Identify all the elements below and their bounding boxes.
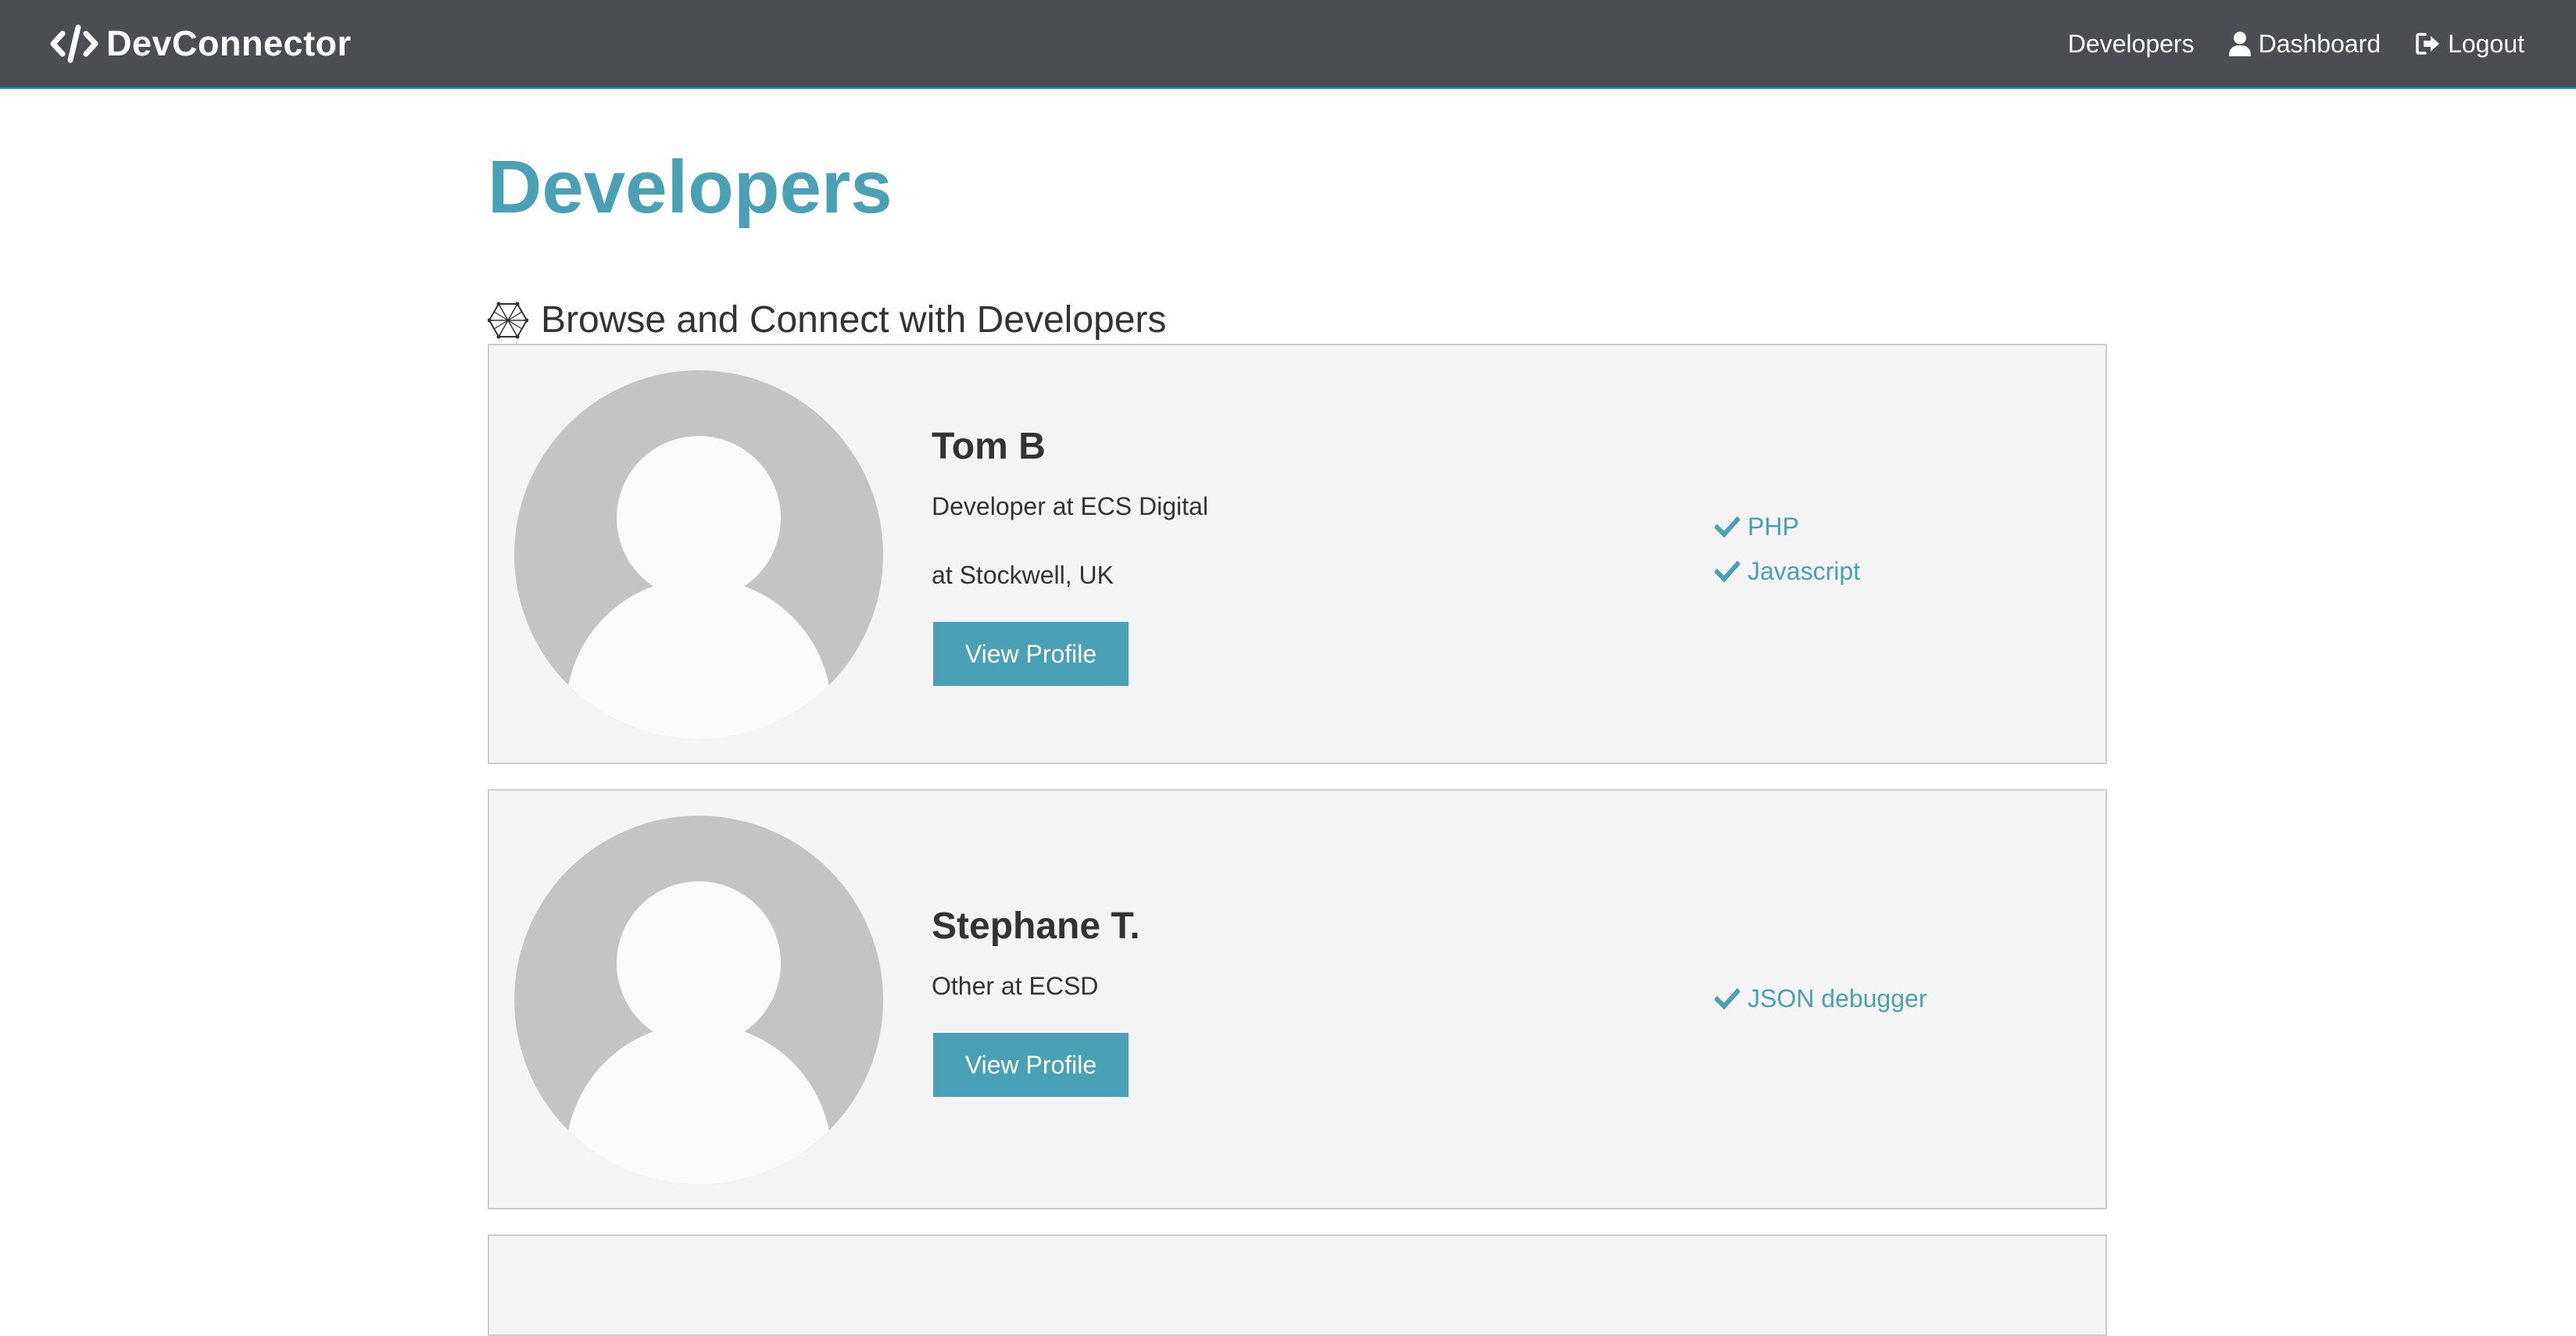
nav-developers-label: Developers — [2067, 29, 2195, 58]
profile-card: Tom B Developer at ECS Digital at Stockw… — [488, 344, 2107, 764]
check-icon — [1715, 988, 1740, 1009]
skill-label: Javascript — [1748, 557, 1861, 585]
skills-list: JSON debugger — [1715, 977, 1927, 1021]
skill-item: JSON debugger — [1715, 977, 1927, 1021]
profile-card — [488, 1234, 2107, 1336]
avatar — [514, 816, 883, 1184]
nav-dashboard-label: Dashboard — [2258, 29, 2381, 58]
avatar-head — [617, 436, 781, 600]
nav-developers-link[interactable]: Developers — [2068, 30, 2195, 59]
connectdevelop-icon — [488, 302, 528, 339]
profile-name: Stephane T. — [932, 906, 1140, 947]
skills-list: PHP Javascript — [1715, 505, 1860, 594]
check-icon — [1715, 516, 1740, 538]
nav-links: Developers Dashboard Logout — [2068, 30, 2524, 59]
skill-label: PHP — [1748, 513, 1799, 541]
skill-item: Javascript — [1715, 549, 1860, 594]
user-icon — [2228, 31, 2251, 56]
avatar-head — [617, 881, 781, 1045]
sign-out-icon — [2416, 33, 2440, 55]
view-profile-button[interactable]: View Profile — [933, 1033, 1129, 1097]
avatar-body — [566, 578, 832, 739]
nav-dashboard-link[interactable]: Dashboard — [2228, 29, 2381, 59]
profile-location: at Stockwell, UK — [932, 561, 1114, 589]
nav-logout-label: Logout — [2448, 29, 2524, 58]
page-lead: Browse and Connect with Developers — [488, 302, 1166, 339]
profile-name: Tom B — [932, 426, 1046, 467]
page-title: Developers — [488, 145, 893, 229]
profile-status: Developer at ECS Digital — [932, 492, 1208, 520]
view-profile-button[interactable]: View Profile — [933, 622, 1129, 686]
skill-label: JSON debugger — [1748, 984, 1927, 1013]
nav-logout-link[interactable]: Logout — [2415, 30, 2524, 59]
navbar: DevConnector Developers Dashboard Logout — [0, 0, 2576, 89]
profile-status: Other at ECSD — [932, 972, 1099, 1000]
avatar-body — [566, 1023, 832, 1184]
profile-card: Stephane T. Other at ECSD View Profile J… — [488, 789, 2107, 1209]
page-lead-text: Browse and Connect with Developers — [541, 299, 1167, 341]
skill-item: PHP — [1715, 505, 1860, 549]
brand-link[interactable]: DevConnector — [50, 23, 352, 64]
brand-label: DevConnector — [106, 23, 352, 63]
avatar — [514, 370, 883, 739]
code-icon — [50, 24, 98, 63]
check-icon — [1715, 560, 1740, 582]
